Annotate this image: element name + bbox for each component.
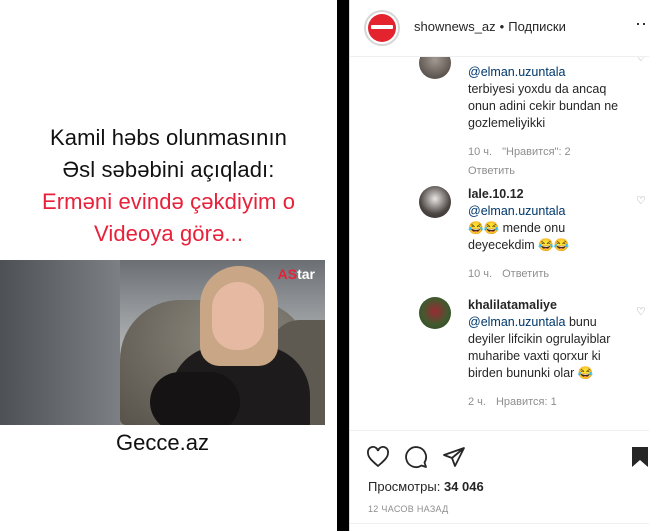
headline-line-2: Əsl səbəbini açıqladı:	[62, 157, 275, 182]
comment-username[interactable]: lale.10.12	[468, 186, 628, 203]
person-face	[212, 282, 264, 350]
person-arm	[150, 372, 240, 425]
mention-link[interactable]: @elman.uzuntala	[468, 315, 565, 329]
headline-line-4: Videoya görə...	[93, 221, 244, 246]
comment-body: khalilatamaliye @elman.uzuntala bunu dey…	[468, 297, 628, 411]
separator-dot: •	[499, 19, 505, 34]
comment-icon[interactable]	[404, 445, 428, 469]
comment-text: 😂😂 mende onu deyecekdim 😂😂	[468, 221, 570, 252]
headline-line-3: Erməni evində çəkdiyim o	[41, 189, 296, 214]
comment-likes[interactable]: Нравится: 1	[496, 396, 557, 408]
avatar[interactable]	[419, 186, 451, 218]
comments-list[interactable]: @elman.uzuntala terbiyesi yoxdu da ancaq…	[350, 57, 649, 430]
more-icon[interactable]: ⋯	[635, 14, 649, 35]
video-frame[interactable]: AStar	[0, 260, 325, 425]
comment-meta: 10 ч. "Нравится": 2	[468, 144, 628, 161]
heart-icon[interactable]	[366, 445, 390, 469]
reply-button[interactable]: Ответить	[468, 163, 628, 180]
like-comment-icon[interactable]: ♡	[636, 305, 646, 318]
bookmark-icon[interactable]	[628, 445, 649, 469]
comment-text-wrap: @elman.uzuntala bunu deyiler lifcikin og…	[468, 314, 628, 382]
comment-text: terbiyesi yoxdu da ancaq onun adini ceki…	[468, 82, 619, 130]
mention-link[interactable]: @elman.uzuntala	[468, 64, 628, 81]
comment-meta: 2 ч. Нравится: 1	[468, 394, 628, 411]
video-background	[0, 260, 120, 425]
headline-line-1: Kamil həbs olunmasının	[50, 125, 287, 150]
comment-time[interactable]: 10 ч.	[468, 268, 492, 280]
logo-part-a: AS	[277, 266, 298, 282]
post-timestamp[interactable]: 12 ЧАСОВ НАЗАД	[368, 504, 449, 514]
mention-link[interactable]: @elman.uzuntala	[468, 203, 628, 220]
site-watermark: Gecce.az	[116, 430, 209, 455]
avatar[interactable]	[364, 10, 400, 46]
comment-time[interactable]: 2 ч.	[468, 396, 486, 408]
logo-part-b: tar	[297, 266, 315, 282]
views-count: 34 046	[443, 479, 484, 494]
header-user-line: shownews_az • Подписки	[414, 19, 566, 34]
reply-button[interactable]: Ответить	[502, 268, 549, 280]
comment-likes[interactable]: "Нравится": 2	[502, 146, 571, 158]
share-icon[interactable]	[442, 445, 466, 469]
post-header: shownews_az • Подписки ⋯	[350, 0, 649, 57]
comment-meta: 10 ч. Ответить	[468, 266, 628, 283]
views-counter[interactable]: Просмотры: 34 046	[368, 479, 484, 494]
like-comment-icon[interactable]: ♡	[636, 57, 646, 64]
post-media[interactable]: Kamil həbs olunmasının Əsl səbəbini açıq…	[0, 0, 337, 531]
views-label: Просмотры:	[368, 479, 441, 494]
add-comment-bar[interactable]	[350, 523, 649, 531]
avatar[interactable]	[419, 57, 451, 79]
post-side-panel: shownews_az • Подписки ⋯ @elman.uzuntala t…	[349, 0, 649, 531]
instagram-post-view: Kamil həbs olunmasının Əsl səbəbini açıq…	[0, 0, 649, 531]
comment-body: lale.10.12 @elman.uzuntala 😂😂 mende onu …	[468, 186, 628, 283]
username-link[interactable]: shownews_az	[414, 19, 496, 34]
video-headline: Kamil həbs olunmasının Əsl səbəbini açıq…	[0, 122, 337, 250]
comment-time[interactable]: 10 ч.	[468, 146, 492, 158]
comment-username[interactable]: khalilatamaliye	[468, 297, 628, 314]
post-actions: Просмотры: 34 046 12 ЧАСОВ НАЗАД	[350, 430, 649, 531]
avatar[interactable]	[419, 297, 451, 329]
follow-status-button[interactable]: Подписки	[508, 19, 566, 34]
like-comment-icon[interactable]: ♡	[636, 194, 646, 207]
comment-body: @elman.uzuntala terbiyesi yoxdu da ancaq…	[468, 64, 628, 180]
channel-logo: AStar	[278, 266, 315, 282]
